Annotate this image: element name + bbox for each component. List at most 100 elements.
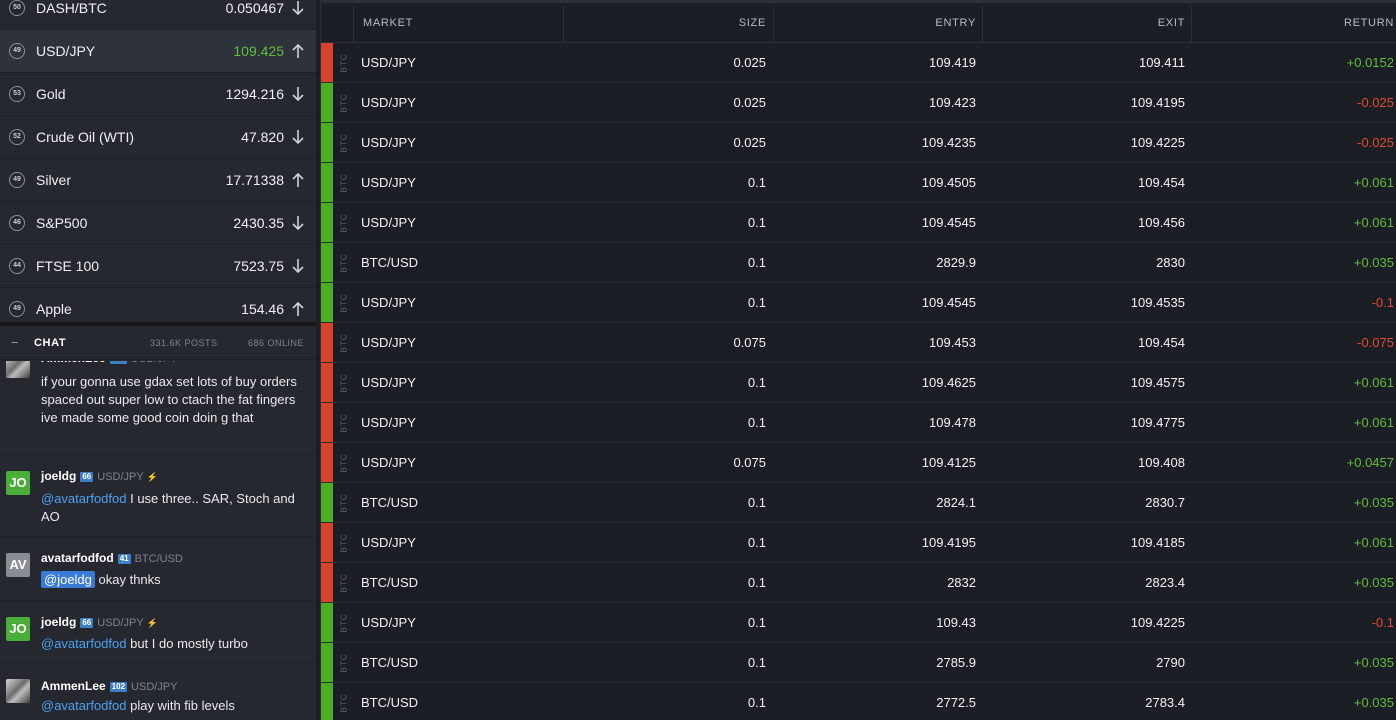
user-avatar[interactable] xyxy=(6,361,30,378)
cell-size: 0.1 xyxy=(747,495,766,510)
column-separator xyxy=(773,6,774,42)
table-row[interactable]: BTC USD/JPY 0.075 109.453 109.454 -0.075 xyxy=(321,323,1396,363)
chat-username[interactable]: AmmenLee xyxy=(41,679,106,693)
chat-message: JO joeldg 66 USD/JPY ⚡ @avatarfodfod but I … xyxy=(0,601,316,663)
table-row[interactable]: BTC BTC/USD 0.1 2785.9 2790 +0.035 xyxy=(321,643,1396,683)
market-row[interactable]: 49 Silver 17.71338 xyxy=(0,159,316,202)
market-row[interactable]: 44 FTSE 100 7523.75 xyxy=(0,245,316,288)
cell-entry: 109.478 xyxy=(929,415,976,430)
chat-collapse-button[interactable]: − xyxy=(11,335,19,350)
mention-link[interactable]: @joeldg xyxy=(41,571,95,588)
trade-direction-indicator xyxy=(321,563,333,602)
column-header-return[interactable]: RETURN xyxy=(1344,3,1394,43)
market-row[interactable]: 52 Crude Oil (WTI) 47.820 xyxy=(0,116,316,159)
table-row[interactable]: BTC BTC/USD 0.1 2824.1 2830.7 +0.035 xyxy=(321,483,1396,523)
trade-direction-indicator xyxy=(321,523,333,562)
market-level-badge: 49 xyxy=(9,43,25,59)
column-header-size[interactable]: SIZE xyxy=(739,3,766,43)
market-price: 1294.216 xyxy=(225,86,284,102)
cell-return: -0.1 xyxy=(1371,295,1394,310)
cell-market: USD/JPY xyxy=(361,135,416,150)
table-row[interactable]: BTC USD/JPY 0.075 109.4125 109.408 +0.0457 xyxy=(321,443,1396,483)
cell-size: 0.075 xyxy=(733,455,766,470)
arrow-down-icon xyxy=(292,129,304,145)
table-row[interactable]: BTC BTC/USD 0.1 2832 2823.4 +0.035 xyxy=(321,563,1396,603)
table-row[interactable]: BTC USD/JPY 0.1 109.4195 109.4185 +0.061 xyxy=(321,523,1396,563)
cell-return: -0.075 xyxy=(1357,335,1394,350)
cell-entry: 109.4125 xyxy=(921,455,976,470)
cell-market: USD/JPY xyxy=(361,335,416,350)
column-separator xyxy=(1191,6,1192,42)
column-header-market[interactable]: MARKET xyxy=(363,3,413,43)
user-avatar[interactable]: AV xyxy=(6,553,30,577)
cell-market: USD/JPY xyxy=(361,55,416,70)
market-row[interactable]: 53 Gold 1294.216 xyxy=(0,73,316,116)
table-row[interactable]: BTC USD/JPY 0.025 109.4235 109.4225 -0.025 xyxy=(321,123,1396,163)
table-row[interactable]: BTC USD/JPY 0.1 109.4545 109.4535 -0.1 xyxy=(321,283,1396,323)
cell-entry: 109.4625 xyxy=(921,375,976,390)
chat-username[interactable]: avatarfodfod xyxy=(41,551,114,565)
market-level-badge: 49 xyxy=(9,301,25,317)
table-row[interactable]: BTC USD/JPY 0.1 109.4505 109.454 +0.061 xyxy=(321,163,1396,203)
chat-username[interactable]: AmmenLee xyxy=(41,361,106,365)
mention-link[interactable]: @avatarfodfod xyxy=(41,698,126,713)
cell-exit: 2823.4 xyxy=(1145,575,1185,590)
table-row[interactable]: BTC USD/JPY 0.1 109.43 109.4225 -0.1 xyxy=(321,603,1396,643)
table-row[interactable]: BTC BTC/USD 0.1 2829.9 2830 +0.035 xyxy=(321,243,1396,283)
asset-label: BTC xyxy=(339,133,349,152)
user-level-badge: 102 xyxy=(109,361,128,364)
cell-entry: 109.453 xyxy=(929,335,976,350)
user-avatar[interactable]: JO xyxy=(6,471,30,495)
market-name: S&P500 xyxy=(36,215,88,231)
mention-link[interactable]: @avatarfodfod xyxy=(41,636,126,651)
column-header-exit[interactable]: EXIT xyxy=(1158,3,1185,43)
asset-label: BTC xyxy=(339,333,349,352)
market-row[interactable]: 49 Apple 154.46 xyxy=(0,288,316,322)
bolt-icon: ⚡ xyxy=(146,618,158,628)
market-level-badge: 52 xyxy=(9,129,25,145)
market-price: 0.050467 xyxy=(225,0,284,16)
asset-label: BTC xyxy=(339,613,349,632)
market-price: 154.46 xyxy=(241,301,284,317)
cell-exit: 109.4225 xyxy=(1130,135,1185,150)
cell-entry: 2832 xyxy=(947,575,976,590)
market-name: USD/JPY xyxy=(36,43,96,59)
table-row[interactable]: BTC USD/JPY 0.1 109.4625 109.4575 +0.061 xyxy=(321,363,1396,403)
table-row[interactable]: BTC BTC/USD 0.1 2772.5 2783.4 +0.035 xyxy=(321,683,1396,720)
cell-market: BTC/USD xyxy=(361,695,419,710)
cell-exit: 109.408 xyxy=(1138,455,1185,470)
user-level-badge: 41 xyxy=(117,554,131,564)
user-avatar[interactable]: JO xyxy=(6,617,30,641)
cell-market: USD/JPY xyxy=(361,535,416,550)
cell-entry: 109.4235 xyxy=(921,135,976,150)
chat-username[interactable]: joeldg xyxy=(41,469,76,483)
cell-return: +0.061 xyxy=(1353,375,1394,390)
cell-market: USD/JPY xyxy=(361,615,416,630)
table-row[interactable]: BTC USD/JPY 0.025 109.419 109.411 +0.0152 xyxy=(321,43,1396,83)
market-row[interactable]: 49 USD/JPY 109.425 xyxy=(0,30,316,73)
cell-return: +0.0152 xyxy=(1346,55,1394,70)
column-header-entry[interactable]: ENTRY xyxy=(935,3,976,43)
chat-username[interactable]: joeldg xyxy=(41,615,76,629)
chat-message-text: @avatarfodfod play with fib levels xyxy=(41,698,235,713)
table-row[interactable]: BTC USD/JPY 0.1 109.4545 109.456 +0.061 xyxy=(321,203,1396,243)
market-level-badge: 46 xyxy=(9,215,25,231)
market-row[interactable]: 50 DASH/BTC 0.050467 xyxy=(0,0,316,30)
mention-link[interactable]: @avatarfodfod xyxy=(41,491,126,506)
cell-entry: 109.4195 xyxy=(921,535,976,550)
trade-direction-indicator xyxy=(321,403,333,442)
chat-header: − CHAT 331.6K POSTS 686 ONLINE xyxy=(0,326,316,360)
cell-exit: 109.411 xyxy=(1138,55,1185,70)
user-avatar[interactable] xyxy=(6,679,30,703)
table-row[interactable]: BTC USD/JPY 0.025 109.423 109.4195 -0.025 xyxy=(321,83,1396,123)
cell-market: USD/JPY xyxy=(361,175,416,190)
table-row[interactable]: BTC USD/JPY 0.1 109.478 109.4775 +0.061 xyxy=(321,403,1396,443)
asset-label: BTC xyxy=(339,413,349,432)
chat-message-list[interactable]: AmmenLee102USD/JPY if your gonna use gda… xyxy=(0,361,316,720)
market-name: Silver xyxy=(36,172,72,188)
asset-label: BTC xyxy=(339,533,349,552)
trade-direction-indicator xyxy=(321,163,333,202)
cell-entry: 109.4545 xyxy=(921,215,976,230)
market-row[interactable]: 46 S&P500 2430.35 xyxy=(0,202,316,245)
cell-return: +0.035 xyxy=(1353,255,1394,270)
